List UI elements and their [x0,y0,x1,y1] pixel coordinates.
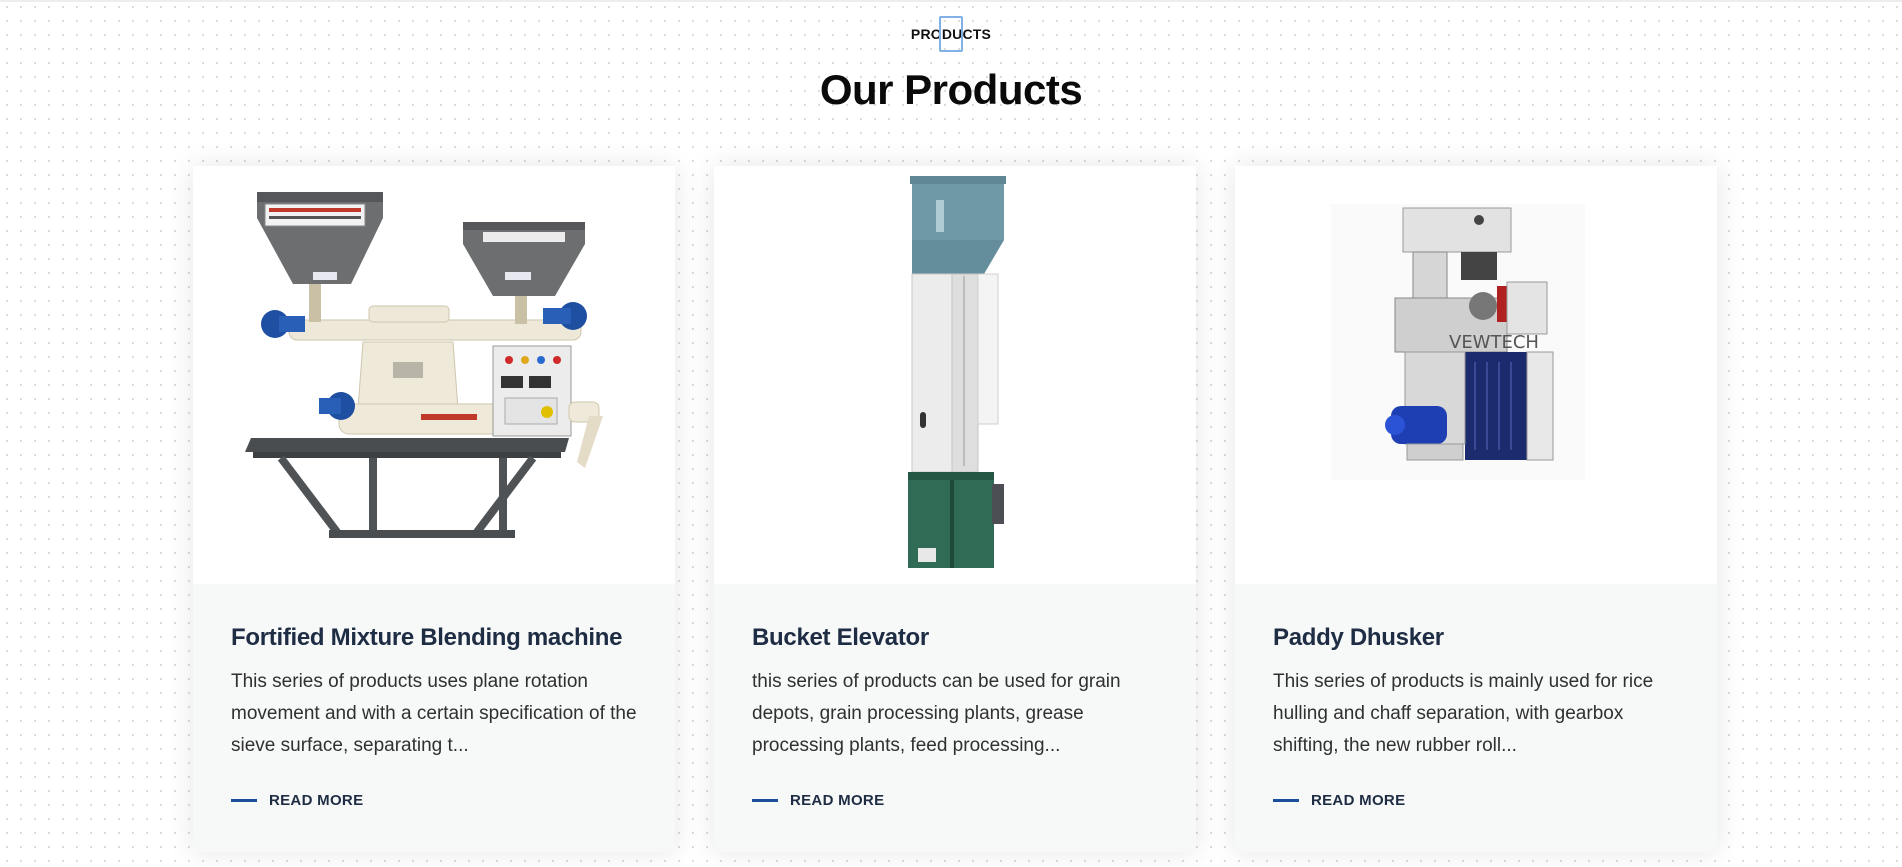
product-title[interactable]: Paddy Dhusker [1273,624,1693,652]
product-grid: Fortified Mixture Blending machine This … [193,166,1717,852]
dash-icon [1273,798,1299,802]
product-title[interactable]: Fortified Mixture Blending machine [231,624,651,652]
product-title[interactable]: Bucket Elevator [752,624,1172,652]
section-eyebrow: PRODUCTS [0,16,1902,52]
product-image[interactable] [193,166,675,584]
read-more-link[interactable]: READ MORE [231,790,363,810]
product-card: Fortified Mixture Blending machine This … [193,166,675,852]
dash-icon [752,798,778,802]
paddy-dehusker-image: VEWTECH [1331,204,1585,480]
text-cursor-highlight [938,16,963,52]
read-more-link[interactable]: READ MORE [1273,790,1405,810]
read-more-label: READ MORE [1311,791,1406,809]
product-description: This series of products uses plane rotat… [231,671,637,756]
top-divider [0,0,1902,2]
product-card: VEWTECH Paddy Dhusker This series of pro… [1235,166,1717,852]
product-description: This series of products is mainly used f… [1273,671,1654,756]
product-image[interactable]: VEWTECH [1235,166,1717,584]
read-more-label: READ MORE [790,791,885,809]
vewtech-watermark: VEWTECH [1449,332,1539,353]
product-description: this series of products can be used for … [752,671,1121,756]
dash-icon [231,798,257,802]
section-heading: Our Products [819,66,1083,113]
read-more-link[interactable]: READ MORE [752,790,884,810]
read-more-label: READ MORE [269,791,364,809]
product-card: Bucket Elevator this series of products … [714,166,1196,852]
bucket-elevator-image [908,176,1006,568]
blending-machine-image [245,192,603,538]
product-image[interactable] [714,166,1196,584]
